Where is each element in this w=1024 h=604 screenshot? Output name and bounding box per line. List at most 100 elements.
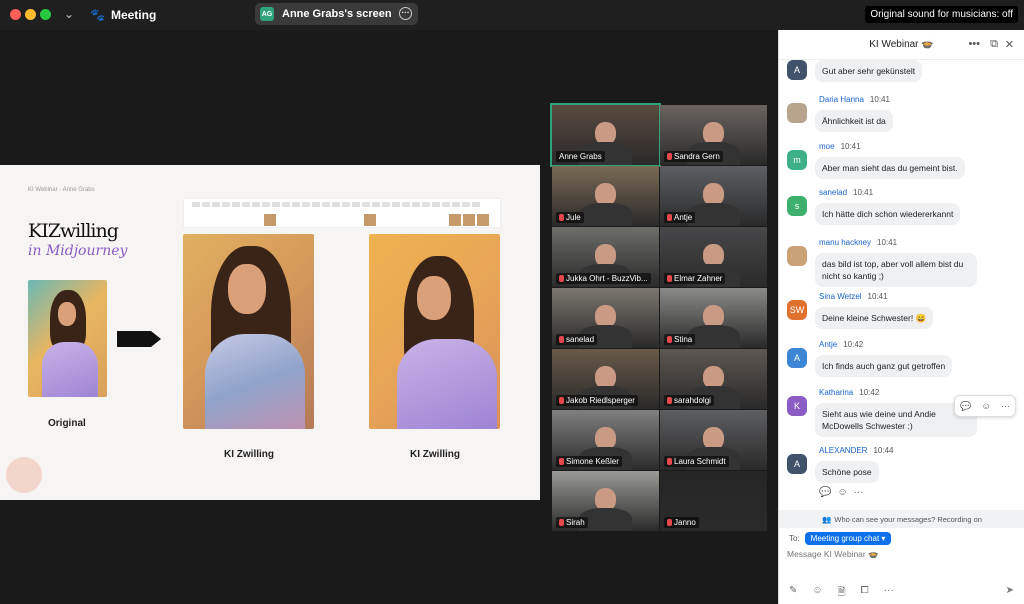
message-time: 10:44	[873, 446, 894, 455]
chat-message-list[interactable]: A Gut aber sehr gekünstelt Daria Hanna 10:4…	[779, 60, 1024, 530]
message-time: 10:41	[869, 95, 890, 104]
video-tile[interactable]: Simone Keßler	[552, 410, 659, 470]
message-bubble: Ich finds auch ganz gut getroffen	[815, 355, 953, 377]
mic-muted-icon	[559, 214, 564, 221]
send-icon[interactable]: ➤	[1006, 585, 1014, 596]
video-tile[interactable]: Jukka Ohrt - BuzzVib...	[552, 227, 659, 287]
chevron-down-icon[interactable]: ⌄	[64, 7, 74, 21]
mic-muted-icon	[559, 275, 564, 282]
window-titlebar: ⌄ 🐾 Meeting AG Anne Grabs's screen ··· O…	[0, 0, 1024, 30]
zoom-window-button[interactable]	[40, 9, 51, 20]
emoji-icon[interactable]: ☺	[837, 487, 847, 498]
video-tile[interactable]: sanelad	[552, 288, 659, 348]
meeting-main-area: KI Webinar · Anne Grabs KIZwilling in Mi…	[0, 30, 778, 604]
sender-name[interactable]: Antje	[819, 340, 837, 349]
participant-name: Simone Keßler	[556, 456, 622, 467]
composer-toolbar: ✎ ☺ 🗎 ⧠ ···	[789, 585, 894, 602]
to-label: To:	[789, 534, 800, 543]
paw-icon: 🐾	[90, 8, 105, 22]
sender-name[interactable]: manu hackney	[819, 238, 871, 247]
notice-text: Who can see your messages? Recording on	[834, 514, 982, 524]
more-options-icon[interactable]: ···	[1001, 401, 1010, 411]
avatar[interactable]: SW	[787, 300, 807, 320]
avatar[interactable]: m	[787, 150, 807, 170]
message-meta: ALEXANDER 10:44	[819, 446, 894, 455]
participant-name: sarahdolgi	[664, 395, 714, 406]
message-action-bar: 💬 ☺ ···	[954, 395, 1016, 417]
participant-face	[702, 182, 725, 206]
sender-name[interactable]: moe	[819, 142, 835, 151]
original-photo	[28, 280, 107, 397]
mic-muted-icon	[559, 336, 564, 343]
screenshot-icon[interactable]: ⧠	[861, 585, 869, 602]
avatar[interactable]	[787, 103, 807, 123]
minimize-window-button[interactable]	[25, 9, 36, 20]
video-tile[interactable]: Laura Schmidt	[660, 410, 767, 470]
more-options-icon[interactable]: ···	[884, 585, 894, 602]
video-tile[interactable]: Jule	[552, 166, 659, 226]
shared-slide: KI Webinar · Anne Grabs KIZwilling in Mi…	[0, 165, 540, 500]
ai-twin-photo-1	[183, 234, 314, 429]
pop-out-icon[interactable]: ⧉	[990, 38, 998, 51]
avatar[interactable]: A	[787, 348, 807, 368]
participant-face	[594, 304, 617, 328]
arrow-right-icon	[117, 331, 161, 347]
sender-name[interactable]: ALEXANDER	[819, 446, 867, 455]
video-tile[interactable]: sarahdolgi	[660, 349, 767, 409]
original-sound-status[interactable]: Original sound for musicians: off	[865, 6, 1018, 23]
participant-name: Sirah	[556, 517, 588, 528]
visibility-notice[interactable]: 👥 Who can see your messages? Recording o…	[779, 510, 1024, 528]
more-options-icon[interactable]: ···	[854, 487, 864, 498]
format-icon[interactable]: ✎	[789, 585, 797, 602]
participant-face	[594, 426, 617, 450]
emoji-icon[interactable]: ☺	[982, 401, 991, 411]
sender-name[interactable]: Katharina	[819, 388, 853, 397]
caption-ai-twin-2: KI Zwilling	[410, 449, 460, 460]
participant-name: Jakob Riedlsperger	[556, 395, 638, 406]
message-input[interactable]: Message KI Webinar 🍲	[787, 549, 879, 560]
close-icon[interactable]: ✕	[1005, 38, 1014, 51]
participant-face	[594, 365, 617, 389]
message-bubble: Deine kleine Schwester! 😄	[815, 307, 934, 329]
emoji-icon[interactable]: ☺	[812, 585, 822, 602]
slide-subtitle: in Midjourney	[28, 243, 128, 259]
message-bubble: Ähnlichkeit ist da	[815, 110, 893, 132]
video-tile[interactable]: Antje	[660, 166, 767, 226]
screen-share-indicator[interactable]: AG Anne Grabs's screen ···	[255, 3, 418, 25]
chat-header: KI Webinar 🍲 ••• ⧉ ✕	[779, 30, 1024, 60]
avatar[interactable]: A	[787, 60, 807, 80]
reply-icon[interactable]: 💬	[960, 401, 971, 412]
sender-name[interactable]: Sina Wetzel	[819, 292, 862, 301]
more-options-icon[interactable]: ···	[399, 7, 412, 20]
video-tile[interactable]: Sandra Gern	[660, 105, 767, 165]
sender-name[interactable]: sanelad	[819, 188, 847, 197]
caption-original: Original	[48, 418, 86, 429]
file-icon[interactable]: 🗎	[838, 585, 846, 602]
video-tile[interactable]: Anne Grabs	[550, 103, 661, 167]
ai-twin-photo-2	[369, 234, 500, 429]
chat-panel: KI Webinar 🍲 ••• ⧉ ✕ A Gut aber sehr gekü…	[778, 30, 1024, 604]
video-tile[interactable]: Sirah	[552, 471, 659, 531]
avatar[interactable]	[787, 246, 807, 266]
recipient-dropdown[interactable]: Meeting group chat ▾	[804, 532, 892, 545]
sender-name[interactable]: Daria Hanna	[819, 95, 864, 104]
message-time: 10:41	[853, 188, 874, 197]
video-tile[interactable]: Jakob Riedlsperger	[552, 349, 659, 409]
participant-face	[702, 426, 725, 450]
avatar[interactable]: s	[787, 196, 807, 216]
message-meta: Daria Hanna 10:41	[819, 95, 890, 104]
video-tile[interactable]: Elmar Zahner	[660, 227, 767, 287]
meeting-menu[interactable]: 🐾 Meeting	[90, 8, 156, 22]
message-time: 10:41	[867, 292, 888, 301]
participant-name: sanelad	[556, 334, 598, 345]
reply-icon[interactable]: 💬	[819, 487, 831, 498]
video-tile[interactable]: Janno	[660, 471, 767, 531]
message-actions: 💬 ☺ ···	[819, 487, 864, 498]
prompt-bar-image	[183, 198, 501, 228]
video-tile[interactable]: Stina	[660, 288, 767, 348]
more-options-icon[interactable]: •••	[968, 38, 980, 50]
avatar[interactable]: A	[787, 454, 807, 474]
avatar[interactable]: K	[787, 396, 807, 416]
close-window-button[interactable]	[10, 9, 21, 20]
participant-face	[594, 182, 617, 206]
